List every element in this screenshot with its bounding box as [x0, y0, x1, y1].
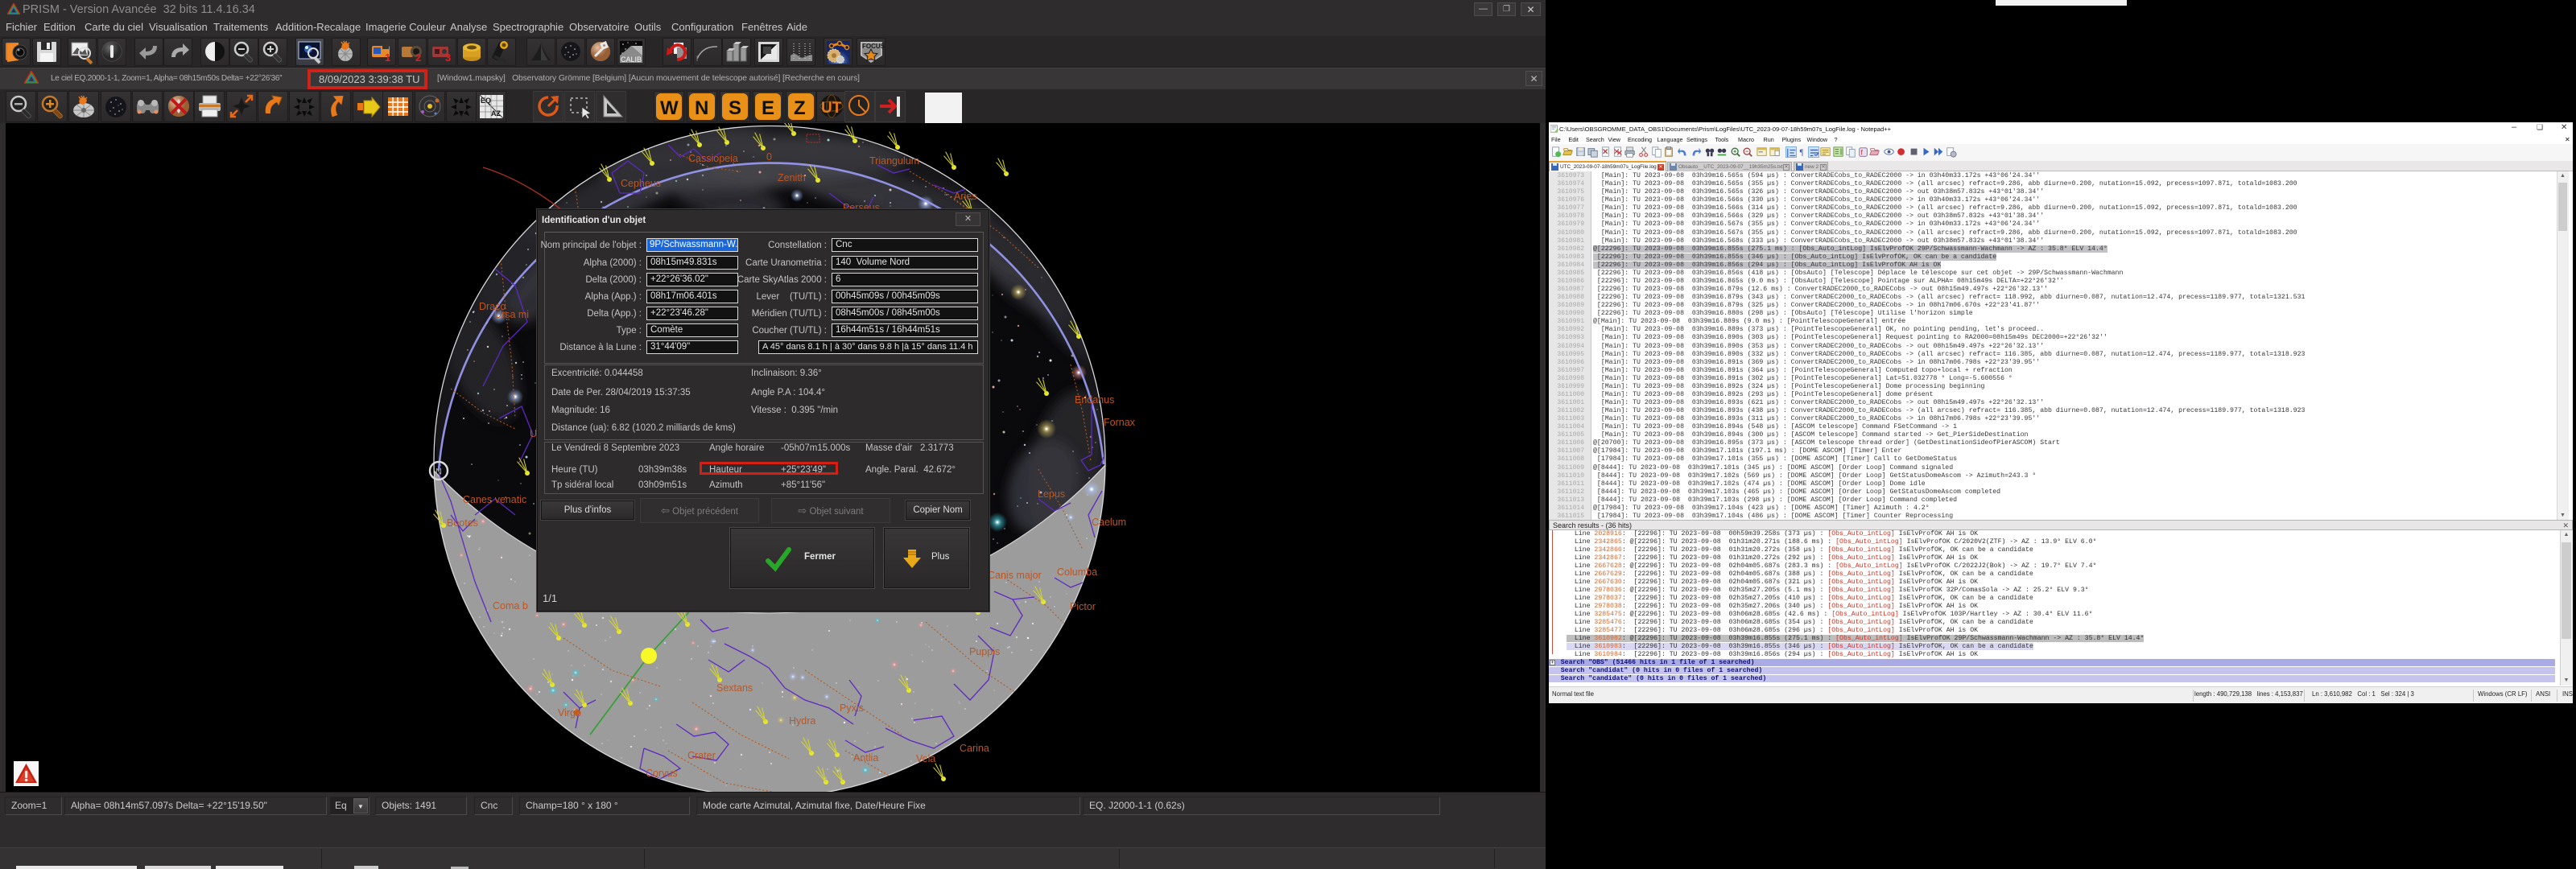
- svg-text:UT: UT: [821, 100, 842, 117]
- svg-text:Coma b: Coma b: [493, 600, 528, 612]
- svg-text:0: 0: [766, 151, 772, 163]
- svg-text:Triangulum: Triangulum: [869, 155, 919, 167]
- svg-text:Corvus: Corvus: [646, 768, 678, 779]
- svg-text:CALIB: CALIB: [621, 56, 642, 64]
- svg-text:1: 1: [385, 51, 390, 64]
- svg-text:S: S: [729, 97, 741, 119]
- svg-text:2: 2: [415, 51, 421, 64]
- svg-text:Lepus: Lepus: [1038, 488, 1065, 500]
- svg-text:Sextans: Sextans: [716, 682, 753, 694]
- svg-text:AZ: AZ: [491, 109, 501, 117]
- svg-text:Vela: Vela: [916, 753, 935, 764]
- svg-text:Eridanus: Eridanus: [1075, 394, 1114, 406]
- svg-text:Zenith: Zenith: [778, 172, 806, 183]
- svg-text:Pyxis: Pyxis: [840, 702, 864, 714]
- svg-text:Cassiopeia: Cassiopeia: [688, 153, 738, 164]
- svg-text:Z: Z: [794, 97, 806, 119]
- svg-text:FOCUS: FOCUS: [862, 43, 885, 50]
- svg-text:Canis major: Canis major: [988, 570, 1042, 581]
- svg-text:Bootes: Bootes: [447, 517, 478, 529]
- svg-text:Hydra: Hydra: [789, 715, 815, 727]
- svg-text:N: N: [436, 467, 442, 477]
- svg-text:Carina: Carina: [960, 743, 989, 754]
- svg-text:N: N: [695, 97, 708, 119]
- svg-text:3: 3: [445, 51, 451, 64]
- svg-text:Ursa mi: Ursa mi: [494, 309, 529, 320]
- svg-text:U: U: [530, 428, 537, 439]
- svg-text:Canes venatic: Canes venatic: [463, 494, 526, 505]
- svg-text:Caelum: Caelum: [1092, 517, 1126, 528]
- svg-text:Columba: Columba: [1057, 566, 1097, 578]
- svg-text:Fornax: Fornax: [1104, 417, 1136, 428]
- svg-text:EQ: EQ: [481, 97, 491, 105]
- svg-text:Crater: Crater: [687, 750, 716, 761]
- svg-text:Aries: Aries: [954, 191, 976, 202]
- svg-text:¶: ¶: [1800, 149, 1804, 158]
- svg-text:Pictor: Pictor: [1070, 601, 1096, 612]
- svg-text:Cepheus: Cepheus: [621, 178, 661, 189]
- svg-text:E: E: [762, 97, 774, 119]
- svg-text:Puppis: Puppis: [969, 646, 1000, 657]
- svg-text:Antlia: Antlia: [853, 752, 878, 764]
- svg-text:Virgo: Virgo: [558, 707, 581, 719]
- svg-text:W: W: [660, 97, 679, 119]
